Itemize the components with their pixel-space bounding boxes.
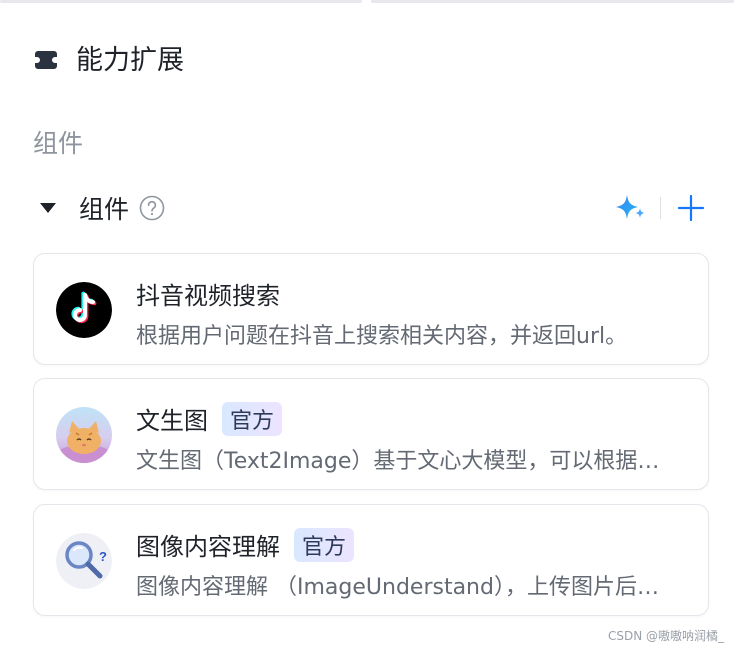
collapse-toggle[interactable]: [33, 193, 63, 223]
plugin-name: 抖音视频搜索: [136, 282, 280, 310]
tiktok-icon: [56, 282, 112, 338]
ai-generate-button[interactable]: [612, 190, 648, 226]
official-badge: 官方: [294, 527, 355, 562]
plugin-card[interactable]: ? 图像内容理解 官方 图像内容理解 （ImageUnderstand），上传图…: [33, 504, 709, 616]
components-label: 组件: [33, 129, 84, 158]
actions-divider: [660, 197, 661, 219]
plugin-name-row: 文生图 官方: [136, 401, 283, 436]
plugin-description: 根据用户问题在抖音上搜索相关内容，并返回url。: [136, 324, 628, 349]
sparkle-icon: [616, 195, 645, 219]
caret-down-icon: [40, 203, 56, 213]
svg-text:?: ?: [99, 549, 107, 564]
plugin-name-row: 图像内容理解 官方: [136, 527, 355, 562]
puzzle-icon: [35, 51, 57, 69]
plugin-name: 文生图: [136, 407, 208, 435]
section-header: 能力扩展: [33, 40, 184, 80]
components-group-header: 组件: [33, 188, 709, 228]
plugin-name-row: 抖音视频搜索: [136, 276, 280, 311]
official-badge: 官方: [222, 401, 283, 436]
plugin-card[interactable]: 抖音视频搜索 根据用户问题在抖音上搜索相关内容，并返回url。: [33, 253, 709, 365]
section-title: 能力扩展: [76, 44, 184, 76]
top-divider-right: [371, 0, 734, 3]
plugin-description: 图像内容理解 （ImageUnderstand），上传图片后…: [136, 575, 659, 600]
group-actions: [612, 190, 709, 226]
add-component-button[interactable]: [673, 190, 709, 226]
group-title: 组件: [79, 195, 130, 224]
watermark: CSDN @嗷嗷呐润橘_: [607, 629, 724, 643]
plugin-card[interactable]: 文生图 官方 文生图（Text2Image）基于文心大模型，可以根据…: [33, 378, 709, 490]
plus-icon: [677, 194, 705, 222]
magnifier-question-icon: ?: [56, 533, 112, 589]
top-divider-left: [0, 0, 362, 3]
cat-illustration-icon: [56, 407, 112, 463]
help-icon[interactable]: [139, 195, 165, 221]
plugin-name: 图像内容理解: [136, 533, 280, 561]
plugin-description: 文生图（Text2Image）基于文心大模型，可以根据…: [136, 449, 660, 474]
